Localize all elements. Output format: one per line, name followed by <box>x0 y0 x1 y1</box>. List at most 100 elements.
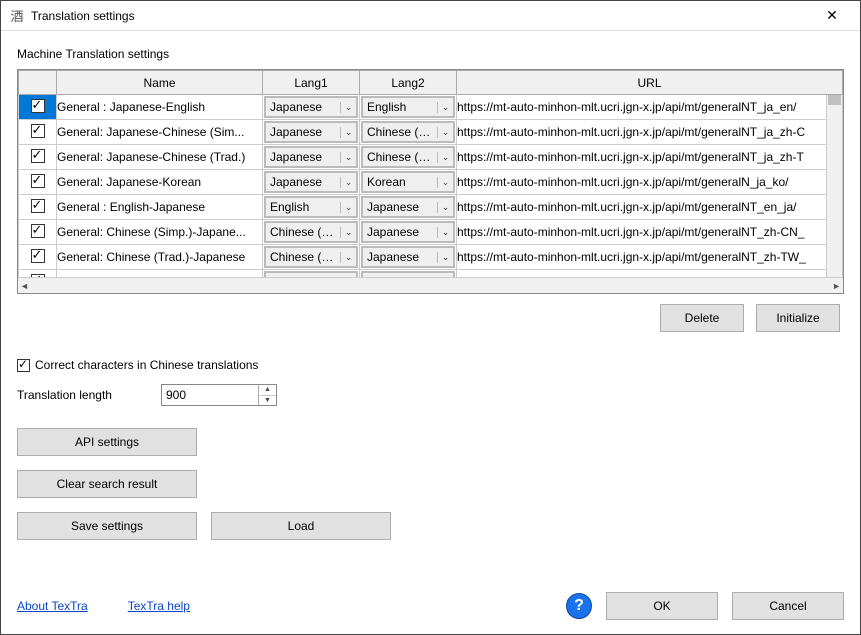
row-checkbox[interactable] <box>31 149 45 163</box>
chevron-down-icon[interactable]: ⌄ <box>437 277 453 278</box>
row-lang1-dropdown[interactable]: Korean⌄ <box>263 270 360 278</box>
table-row[interactable]: General: Japanese-Chinese (Trad.)Japanes… <box>19 145 843 170</box>
grid-header-lang2[interactable]: Lang2 <box>360 71 457 95</box>
chevron-down-icon[interactable]: ⌄ <box>340 152 356 163</box>
horizontal-scrollbar[interactable]: ◄ ► <box>18 277 843 293</box>
row-checkbox[interactable] <box>31 249 45 263</box>
row-name[interactable]: General: Japanese-Chinese (Sim... <box>57 120 263 145</box>
row-url[interactable]: https://mt-auto-minhon-mlt.ucri.jgn-x.jp… <box>457 95 843 120</box>
row-checkbox-cell[interactable] <box>19 195 57 220</box>
row-checkbox[interactable] <box>31 274 45 278</box>
row-url[interactable]: https://mt-auto-minhon-mlt.ucri.jgn-x.jp… <box>457 145 843 170</box>
ok-button[interactable]: OK <box>606 592 718 620</box>
row-lang1-dropdown[interactable]: English⌄ <box>263 195 360 220</box>
chevron-down-icon[interactable]: ⌄ <box>340 227 356 238</box>
row-lang1-dropdown[interactable]: Chinese (Si...⌄ <box>263 220 360 245</box>
grid-header-lang1[interactable]: Lang1 <box>263 71 360 95</box>
help-icon[interactable]: ? <box>566 593 592 619</box>
chevron-down-icon[interactable]: ⌄ <box>340 202 356 213</box>
table-row[interactable]: General: Japanese-KoreanJapanese⌄Korean⌄… <box>19 170 843 195</box>
chevron-down-icon[interactable]: ⌄ <box>437 152 453 163</box>
about-textra-link[interactable]: About TexTra <box>17 599 88 613</box>
row-lang1-dropdown[interactable]: Japanese⌄ <box>263 145 360 170</box>
initialize-button[interactable]: Initialize <box>756 304 840 332</box>
api-settings-button[interactable]: API settings <box>17 428 197 456</box>
delete-button[interactable]: Delete <box>660 304 744 332</box>
row-lang2-dropdown[interactable]: Japanese⌄ <box>360 245 457 270</box>
row-checkbox-cell[interactable] <box>19 120 57 145</box>
scroll-right-icon[interactable]: ► <box>832 281 841 291</box>
row-name[interactable]: General: Chinese (Trad.)-Japanese <box>57 245 263 270</box>
row-url[interactable]: https://mt-auto-minhon-mlt.ucri.jgn-x.jp… <box>457 195 843 220</box>
scroll-left-icon[interactable]: ◄ <box>20 281 29 291</box>
row-url[interactable]: https://mt-auto-minhon-mlt.ucri.jgn-x.jp… <box>457 120 843 145</box>
table-row[interactable]: General : Japanese-EnglishJapanese⌄Engli… <box>19 95 843 120</box>
clear-search-result-button[interactable]: Clear search result <box>17 470 197 498</box>
row-checkbox[interactable] <box>31 99 45 113</box>
grid-header-url[interactable]: URL <box>457 71 843 95</box>
row-checkbox[interactable] <box>31 174 45 188</box>
row-checkbox[interactable] <box>31 224 45 238</box>
row-name[interactable]: General: Chinese (Simp.)-Japane... <box>57 220 263 245</box>
row-lang2-dropdown[interactable]: Korean⌄ <box>360 170 457 195</box>
row-lang2-value: Chinese (Si... <box>363 125 437 139</box>
table-row[interactable]: General: Korean-JapaneseKorean⌄Japanese⌄… <box>19 270 843 278</box>
dialog-window: 酒 Translation settings ✕ Machine Transla… <box>0 0 861 635</box>
chevron-down-icon[interactable]: ⌄ <box>437 252 453 263</box>
row-checkbox-cell[interactable] <box>19 170 57 195</box>
row-lang1-dropdown[interactable]: Japanese⌄ <box>263 95 360 120</box>
grid-header-name[interactable]: Name <box>57 71 263 95</box>
chevron-down-icon[interactable]: ⌄ <box>437 202 453 213</box>
chevron-down-icon[interactable]: ⌄ <box>340 177 356 188</box>
row-url[interactable]: https://mt-auto-minhon-mlt.ucri.jgn-x.jp… <box>457 220 843 245</box>
cancel-button[interactable]: Cancel <box>732 592 844 620</box>
chevron-down-icon[interactable]: ⌄ <box>437 177 453 188</box>
row-lang1-dropdown[interactable]: Japanese⌄ <box>263 170 360 195</box>
row-name[interactable]: General: Korean-Japanese <box>57 270 263 278</box>
close-icon[interactable]: ✕ <box>812 2 852 30</box>
row-lang2-dropdown[interactable]: Japanese⌄ <box>360 220 457 245</box>
spinner-down-icon[interactable]: ▼ <box>259 396 276 406</box>
translation-length-input[interactable] <box>162 385 258 405</box>
translation-length-spinner[interactable]: ▲ ▼ <box>161 384 277 406</box>
row-name[interactable]: General : Japanese-English <box>57 95 263 120</box>
row-name[interactable]: General: Japanese-Chinese (Trad.) <box>57 145 263 170</box>
row-url[interactable]: https://mt-auto-minhon-mlt.ucri.jgn-x.jp… <box>457 170 843 195</box>
table-row[interactable]: General: Chinese (Trad.)-JapaneseChinese… <box>19 245 843 270</box>
row-checkbox[interactable] <box>31 124 45 138</box>
chevron-down-icon[interactable]: ⌄ <box>437 227 453 238</box>
chevron-down-icon[interactable]: ⌄ <box>340 102 356 113</box>
row-lang2-dropdown[interactable]: English⌄ <box>360 95 457 120</box>
correct-characters-checkbox[interactable] <box>17 359 30 372</box>
table-row[interactable]: General : English-JapaneseEnglish⌄Japane… <box>19 195 843 220</box>
chevron-down-icon[interactable]: ⌄ <box>340 252 356 263</box>
row-lang2-dropdown[interactable]: Chinese (Si...⌄ <box>360 120 457 145</box>
spinner-up-icon[interactable]: ▲ <box>259 385 276 396</box>
row-lang1-dropdown[interactable]: Chinese (Tr...⌄ <box>263 245 360 270</box>
row-lang2-dropdown[interactable]: Chinese (Tr...⌄ <box>360 145 457 170</box>
textra-help-link[interactable]: TexTra help <box>128 599 190 613</box>
row-lang2-dropdown[interactable]: Japanese⌄ <box>360 195 457 220</box>
table-row[interactable]: General: Chinese (Simp.)-Japane...Chines… <box>19 220 843 245</box>
row-checkbox-cell[interactable] <box>19 270 57 278</box>
row-lang1-dropdown[interactable]: Japanese⌄ <box>263 120 360 145</box>
table-row[interactable]: General: Japanese-Chinese (Sim...Japanes… <box>19 120 843 145</box>
row-name[interactable]: General : English-Japanese <box>57 195 263 220</box>
save-settings-button[interactable]: Save settings <box>17 512 197 540</box>
row-checkbox-cell[interactable] <box>19 95 57 120</box>
row-checkbox-cell[interactable] <box>19 245 57 270</box>
row-lang2-dropdown[interactable]: Japanese⌄ <box>360 270 457 278</box>
vertical-scrollbar[interactable] <box>826 95 842 277</box>
load-button[interactable]: Load <box>211 512 391 540</box>
row-name[interactable]: General: Japanese-Korean <box>57 170 263 195</box>
grid-header-check[interactable] <box>19 71 57 95</box>
chevron-down-icon[interactable]: ⌄ <box>437 102 453 113</box>
chevron-down-icon[interactable]: ⌄ <box>340 277 356 278</box>
row-url[interactable]: https://mt-auto-minhon-mlt.ucri.jgn-x.jp… <box>457 270 843 278</box>
row-url[interactable]: https://mt-auto-minhon-mlt.ucri.jgn-x.jp… <box>457 245 843 270</box>
row-checkbox-cell[interactable] <box>19 145 57 170</box>
chevron-down-icon[interactable]: ⌄ <box>437 127 453 138</box>
row-checkbox[interactable] <box>31 199 45 213</box>
chevron-down-icon[interactable]: ⌄ <box>340 127 356 138</box>
row-checkbox-cell[interactable] <box>19 220 57 245</box>
